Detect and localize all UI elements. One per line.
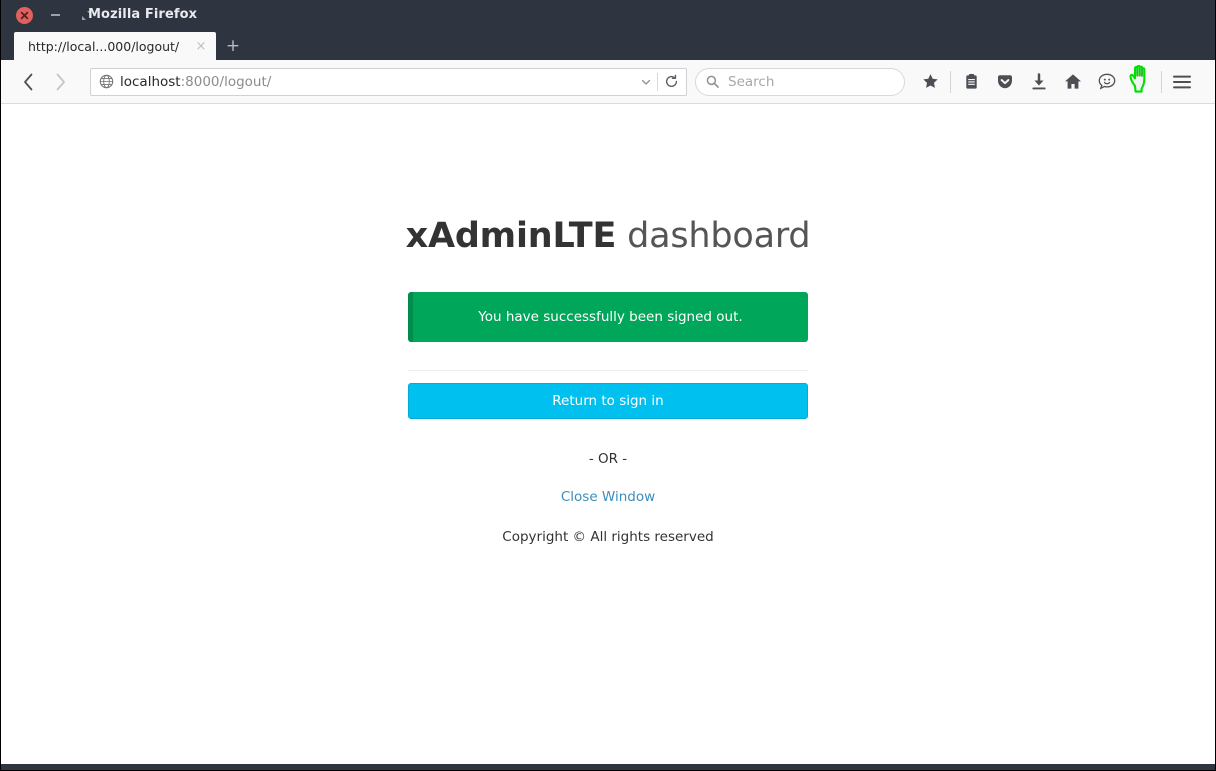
toolbar-separator <box>950 70 951 93</box>
close-window-link[interactable]: Close Window <box>408 489 808 505</box>
new-tab-button[interactable]: + <box>216 32 250 60</box>
or-separator-text: - OR - <box>588 451 628 467</box>
back-arrow-icon <box>23 73 32 90</box>
tab-strip: http://local...000/logout/ × + <box>0 30 1216 60</box>
hamburger-menu-icon[interactable] <box>1165 67 1199 97</box>
copyright-text: Copyright © All rights reserved <box>502 529 714 545</box>
toolbar-separator-2 <box>1161 70 1162 93</box>
hand-cursor-hotspot[interactable] <box>1124 67 1158 97</box>
search-bar[interactable] <box>695 67 905 96</box>
search-icon <box>706 75 719 88</box>
forward-arrow-icon <box>56 73 65 90</box>
search-input[interactable] <box>726 72 894 91</box>
window-title: Mozilla Firefox <box>88 7 198 22</box>
bookmark-star-icon[interactable] <box>913 67 947 97</box>
page-title: xAdminLTE dashboard <box>406 216 811 256</box>
home-icon[interactable] <box>1056 67 1090 97</box>
url-text: localhost:8000/logout/ <box>120 74 635 90</box>
close-icon <box>20 11 29 19</box>
tab-close-icon[interactable]: × <box>194 39 208 53</box>
brand-bold: xAdminLTE <box>405 216 617 256</box>
browser-tab[interactable]: http://local...000/logout/ × <box>14 32 216 60</box>
logout-box: You have successfully been signed out. R… <box>408 292 808 545</box>
window-titlebar: Mozilla Firefox <box>0 0 1216 30</box>
downloads-icon[interactable] <box>1022 67 1056 97</box>
forward-button[interactable] <box>44 67 76 97</box>
return-to-sign-in-button[interactable]: Return to sign in <box>408 383 808 419</box>
navigation-toolbar: localhost:8000/logout/ <box>0 60 1216 104</box>
tab-title: http://local...000/logout/ <box>28 38 180 54</box>
brand-light: dashboard <box>616 216 811 256</box>
globe-icon <box>99 74 114 89</box>
logout-page: xAdminLTE dashboard You have successfull… <box>0 104 1216 545</box>
url-dropdown-chevron-down-icon[interactable] <box>635 69 657 95</box>
url-bar[interactable]: localhost:8000/logout/ <box>90 67 687 96</box>
divider <box>408 370 808 371</box>
window-controls <box>8 6 95 24</box>
url-path: :8000/logout/ <box>180 73 272 90</box>
feedback-smiley-icon[interactable] <box>1090 67 1124 97</box>
browser-window: Mozilla Firefox http://local...000/logou… <box>0 0 1216 771</box>
minimize-icon <box>51 14 60 16</box>
back-button[interactable] <box>12 67 44 97</box>
page-viewport: xAdminLTE dashboard You have successfull… <box>0 104 1216 764</box>
library-icon[interactable] <box>954 67 988 97</box>
url-host: localhost <box>120 73 181 90</box>
success-alert: You have successfully been signed out. <box>408 292 808 342</box>
minimize-window-button[interactable] <box>47 7 64 24</box>
pocket-icon[interactable] <box>988 67 1022 97</box>
close-window-button[interactable] <box>16 6 33 24</box>
reload-icon[interactable] <box>658 69 684 95</box>
